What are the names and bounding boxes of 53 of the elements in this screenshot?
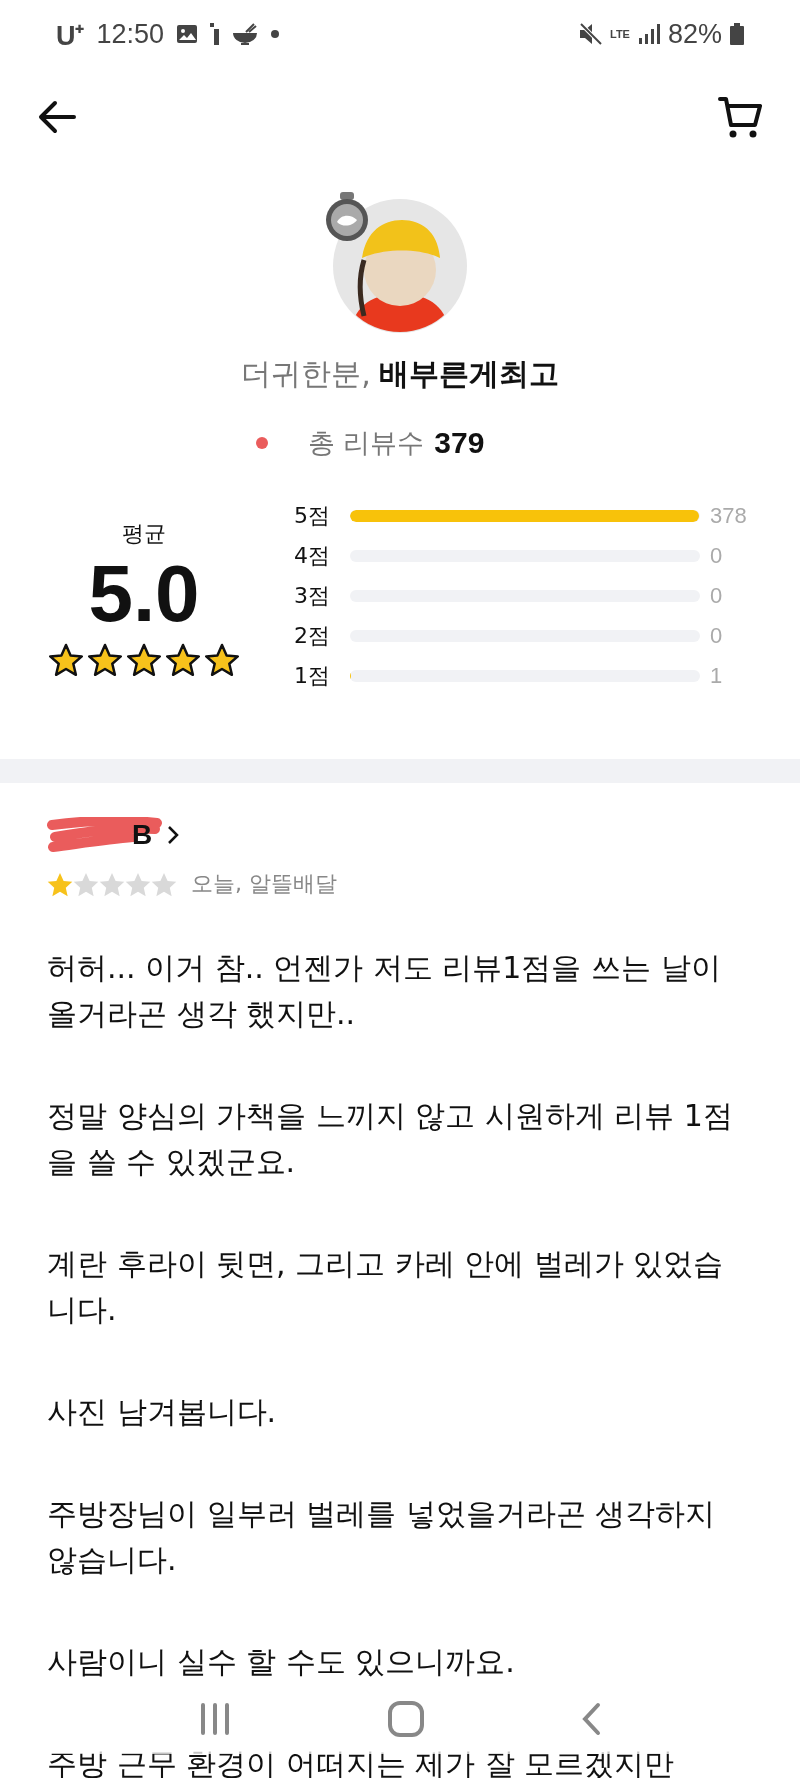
review-paragraph: 허허... 이거 참.. 언젠가 저도 리뷰1점을 쓰는 날이 올거라곤 생각 했지만..: [47, 949, 722, 1033]
score-label: 5점: [294, 502, 331, 530]
member-grade: 더귀한분,: [241, 355, 371, 393]
back-nav-icon[interactable]: [580, 1702, 603, 1736]
battery-percent: 82%: [667, 18, 722, 50]
network-label: LTE: [610, 28, 630, 40]
star-icon: [99, 871, 125, 897]
review-count-label: 총 리뷰수: [307, 426, 425, 460]
clock-time: 12:50: [96, 18, 165, 50]
score-label: 3점: [294, 582, 331, 610]
score-count: 0: [710, 543, 723, 569]
average-label: 평균: [122, 520, 166, 548]
star-icon: [73, 871, 99, 897]
dot-icon: [270, 29, 281, 39]
carrier-label: U⁺: [56, 19, 85, 53]
score-count: 378: [710, 503, 747, 529]
score-count: 1: [710, 663, 723, 689]
review-paragraph: 사람이니 실수 할 수도 있으니까요.: [47, 1643, 516, 1681]
cart-icon[interactable]: [718, 96, 762, 138]
average-score: 5.0: [88, 549, 200, 639]
medal-icon: [324, 192, 370, 242]
review-paragraph: 정말 양심의 가책을 느끼지 않고 시원하게 리뷰 1점을 쓸 수 있겠군요.: [47, 1097, 734, 1181]
marker-dot: [255, 437, 268, 449]
score-label: 1점: [294, 662, 331, 690]
star-icon: [87, 643, 123, 677]
review-paragraph: 계란 후라이 뒷면, 그리고 카레 안에 벌레가 있었습니다.: [47, 1245, 725, 1329]
star-icon: [151, 871, 177, 897]
chevron-right-icon[interactable]: [166, 824, 181, 846]
battery-icon: [730, 23, 744, 45]
bowl-icon: [232, 23, 259, 45]
review-count: 379: [434, 426, 485, 460]
mute-icon: [578, 23, 602, 45]
bar-icon: [210, 23, 221, 45]
review-meta: 오늘, 알뜰배달: [191, 870, 337, 898]
nickname: 배부른게최고: [378, 355, 559, 393]
star-icon: [47, 871, 73, 897]
score-label: 4점: [294, 542, 331, 570]
star-icon: [126, 643, 162, 677]
home-icon[interactable]: [387, 1700, 425, 1738]
review-paragraph: 주방 근무 환경이 어떠지는 제가 잘 모르겠지만: [47, 1745, 676, 1778]
star-icon: [204, 643, 240, 677]
star-icon: [48, 643, 84, 677]
review-paragraph: 주방장님이 일부러 벌레를 넣었을거라곤 생각하지 않습니다.: [47, 1495, 717, 1579]
star-icon: [125, 871, 151, 897]
score-count: 0: [710, 623, 723, 649]
score-label: 2점: [294, 622, 331, 650]
back-icon[interactable]: [38, 100, 76, 134]
score-count: 0: [710, 583, 723, 609]
star-icon: [165, 643, 201, 677]
reviewer-name[interactable]: B: [132, 819, 153, 851]
image-icon: [176, 24, 199, 44]
review-paragraph: 사진 남겨봅니다.: [47, 1393, 278, 1431]
signal-icon: [637, 24, 660, 44]
